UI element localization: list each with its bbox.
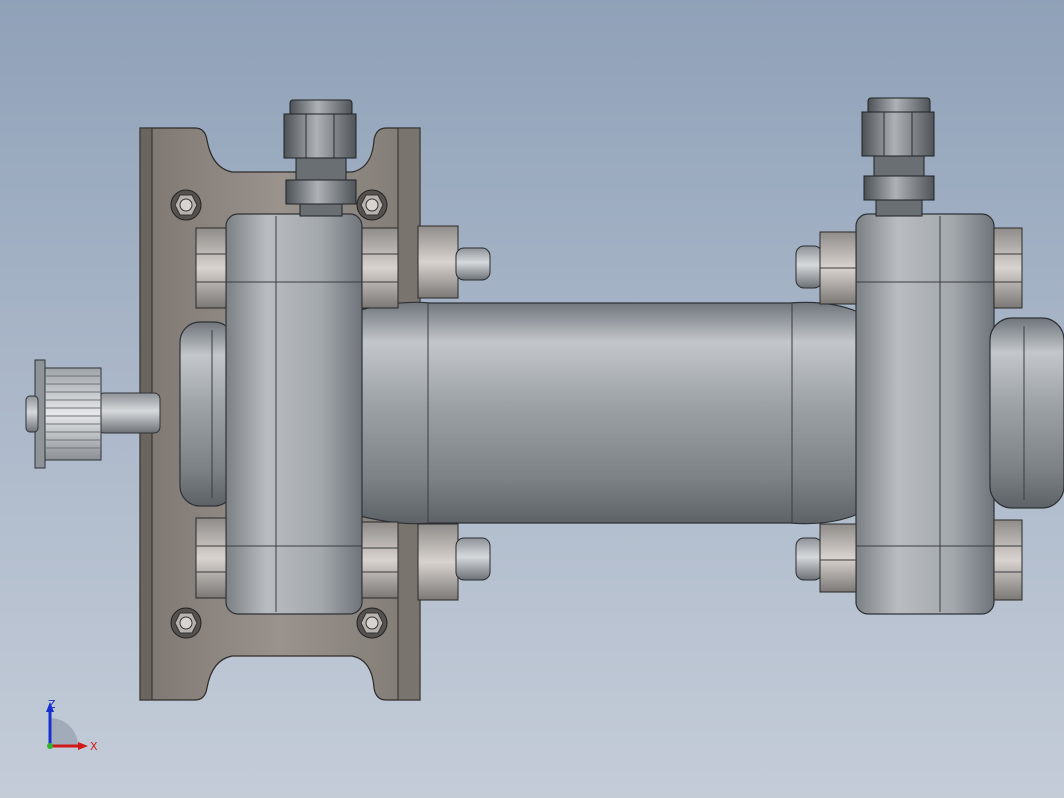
x-arrow-icon bbox=[78, 742, 88, 750]
z-axis-label: Z bbox=[48, 698, 56, 711]
plate-nut-bottom-left[interactable] bbox=[170, 607, 202, 639]
port-fitting-right[interactable] bbox=[861, 97, 935, 217]
hex-nut-left-1[interactable] bbox=[195, 227, 227, 309]
origin-dot bbox=[47, 743, 53, 749]
tie-rod-nut-top-right[interactable] bbox=[795, 231, 857, 305]
right-flange[interactable] bbox=[855, 213, 995, 615]
plate-nut-top-left[interactable] bbox=[170, 189, 202, 221]
tie-rod-nut-bottom-right[interactable] bbox=[795, 523, 857, 593]
input-shaft[interactable] bbox=[97, 392, 161, 434]
right-end-cap[interactable] bbox=[989, 317, 1064, 509]
hex-nut-right-1[interactable] bbox=[993, 227, 1023, 309]
cad-model-view[interactable] bbox=[0, 0, 1064, 798]
hex-nut-left-2[interactable] bbox=[195, 517, 227, 599]
triad-plane bbox=[50, 718, 78, 746]
hex-nut-left-3[interactable] bbox=[361, 227, 399, 309]
plate-nut-top-right[interactable] bbox=[356, 189, 388, 221]
main-cylinder-body[interactable] bbox=[359, 301, 859, 525]
timing-pulley[interactable] bbox=[25, 359, 102, 469]
port-fitting-left[interactable] bbox=[283, 99, 357, 217]
left-flange[interactable] bbox=[225, 213, 363, 615]
tie-rod-nut-bottom-left[interactable] bbox=[417, 523, 491, 601]
plate-nut-bottom-right[interactable] bbox=[356, 607, 388, 639]
graphics-viewport[interactable]: Z X bbox=[0, 0, 1064, 798]
tie-rod-nut-top-left[interactable] bbox=[417, 225, 491, 299]
hex-nut-left-4[interactable] bbox=[361, 521, 399, 599]
reference-triad: Z X bbox=[46, 698, 98, 753]
x-axis-label: X bbox=[90, 740, 98, 753]
hex-nut-right-2[interactable] bbox=[993, 519, 1023, 601]
